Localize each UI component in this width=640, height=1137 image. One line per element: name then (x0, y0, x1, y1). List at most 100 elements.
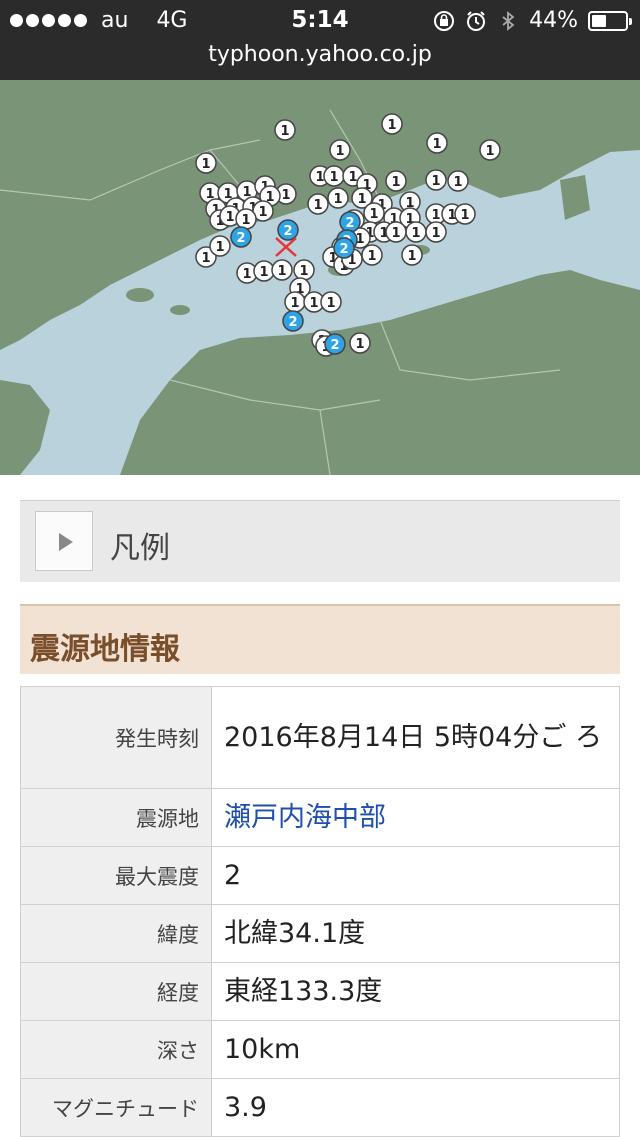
intensity-2-marker: 2 (230, 226, 252, 248)
bluetooth-icon (497, 10, 519, 32)
legend-panel[interactable]: 凡例 (20, 500, 620, 582)
intensity-1-marker: 1 (271, 259, 293, 281)
svg-text:2: 2 (236, 231, 245, 246)
svg-text:1: 1 (391, 226, 400, 241)
svg-text:1: 1 (431, 208, 440, 223)
row-value-occurrence-time: 2016年8月14日 5時04分ご ろ (211, 686, 620, 789)
row-value-max-intensity: 2 (211, 846, 620, 905)
svg-text:1: 1 (367, 249, 376, 264)
svg-text:1: 1 (432, 137, 441, 152)
svg-text:1: 1 (329, 170, 338, 185)
svg-text:1: 1 (453, 175, 462, 190)
battery-icon (588, 10, 632, 31)
row-key-longitude: 経度 (20, 962, 212, 1021)
intensity-1-marker: 1 (385, 170, 407, 192)
intensity-1-marker: 1 (425, 169, 447, 191)
intensity-2-marker: 2 (282, 310, 304, 332)
svg-text:1: 1 (485, 144, 494, 159)
row-value-magnitude: 3.9 (211, 1078, 620, 1137)
svg-text:1: 1 (242, 267, 251, 282)
intensity-1-marker: 1 (235, 208, 257, 230)
svg-text:1: 1 (215, 240, 224, 255)
row-key-latitude: 緯度 (20, 904, 212, 963)
url-bar[interactable]: typhoon.yahoo.co.jp (0, 42, 640, 67)
svg-text:2: 2 (345, 216, 354, 231)
epicenter-marker (275, 237, 297, 257)
svg-text:1: 1 (309, 296, 318, 311)
table-row: 震源地 瀬戸内海中部 (20, 788, 620, 847)
intensity-1-marker: 1 (274, 119, 296, 141)
intensity-2-marker: 2 (324, 333, 346, 355)
svg-text:1: 1 (369, 207, 378, 222)
intensity-2-marker: 2 (333, 237, 355, 259)
svg-text:1: 1 (326, 296, 335, 311)
intensity-1-marker: 1 (381, 113, 403, 135)
svg-text:1: 1 (348, 170, 357, 185)
svg-text:2: 2 (288, 315, 297, 330)
intensity-1-marker: 1 (195, 152, 217, 174)
intensity-1-marker: 1 (479, 139, 501, 161)
table-row: 発生時刻 2016年8月14日 5時04分ご ろ (20, 686, 620, 789)
intensity-1-marker: 1 (425, 221, 447, 243)
svg-text:1: 1 (290, 296, 299, 311)
svg-text:1: 1 (313, 198, 322, 213)
intensity-1-marker: 1 (405, 221, 427, 243)
earthquake-map[interactable]: 1111111111111111111111111111111111111111… (0, 80, 640, 475)
svg-text:1: 1 (411, 226, 420, 241)
intensity-1-marker: 1 (349, 332, 371, 354)
svg-text:1: 1 (299, 264, 308, 279)
intensity-markers: 1 11 1111 1 11 1 1 11 1 1 1111 1 11 1 1 1 11 1 11 1 11 1 1 1 111… (195, 113, 501, 357)
svg-text:1: 1 (241, 213, 250, 228)
battery-percentage: 44% (529, 8, 578, 33)
svg-text:1: 1 (335, 144, 344, 159)
row-key-epicenter: 震源地 (20, 788, 212, 847)
intensity-1-marker: 1 (284, 291, 306, 313)
svg-text:1: 1 (431, 226, 440, 241)
table-row: 深さ 10km (20, 1020, 620, 1079)
intensity-1-marker: 1 (363, 202, 385, 224)
svg-text:1: 1 (355, 337, 364, 352)
intensity-1-marker: 1 (327, 187, 349, 209)
intensity-1-marker: 1 (385, 221, 407, 243)
svg-text:1: 1 (391, 175, 400, 190)
table-row: 経度 東経133.3度 (20, 962, 620, 1021)
svg-text:1: 1 (259, 265, 268, 280)
svg-text:1: 1 (431, 174, 440, 189)
table-row: マグニチュード 3.9 (20, 1078, 620, 1137)
svg-text:1: 1 (277, 264, 286, 279)
svg-text:1: 1 (407, 249, 416, 264)
intensity-1-marker: 1 (253, 260, 275, 282)
intensity-1-marker: 1 (361, 244, 383, 266)
svg-text:2: 2 (283, 224, 292, 239)
row-value-longitude: 東経133.3度 (211, 962, 620, 1021)
svg-text:1: 1 (258, 205, 267, 220)
legend-label: 凡例 (110, 531, 170, 566)
intensity-1-marker: 1 (329, 139, 351, 161)
row-value-latitude: 北緯34.1度 (211, 904, 620, 963)
intensity-1-marker: 1 (307, 193, 329, 215)
section-title: 震源地情報 (30, 632, 180, 667)
intensity-1-marker: 1 (454, 203, 476, 225)
legend-toggle-button[interactable] (35, 511, 93, 571)
status-bar: au 4G 5:14 44% typhoon.yahoo.co.jp (0, 0, 640, 80)
table-row: 緯度 北緯34.1度 (20, 904, 620, 963)
intensity-1-marker: 1 (209, 235, 231, 257)
table-row: 最大震度 2 (20, 846, 620, 905)
intensity-1-marker: 1 (401, 244, 423, 266)
svg-text:1: 1 (201, 251, 210, 266)
intensity-1-marker: 1 (447, 170, 469, 192)
intensity-1-marker: 1 (323, 165, 345, 187)
svg-text:1: 1 (357, 192, 366, 207)
svg-text:1: 1 (281, 188, 290, 203)
svg-text:2: 2 (330, 338, 339, 353)
section-header: 震源地情報 (20, 604, 620, 674)
epicenter-link[interactable]: 瀬戸内海中部 (211, 788, 620, 847)
intensity-2-marker: 2 (339, 211, 361, 233)
svg-text:1: 1 (315, 170, 324, 185)
svg-text:2: 2 (339, 242, 348, 257)
row-key-magnitude: マグニチュード (20, 1078, 212, 1137)
intensity-1-marker: 1 (320, 291, 342, 313)
row-key-depth: 深さ (20, 1020, 212, 1079)
svg-text:1: 1 (387, 118, 396, 133)
svg-text:1: 1 (460, 208, 469, 223)
